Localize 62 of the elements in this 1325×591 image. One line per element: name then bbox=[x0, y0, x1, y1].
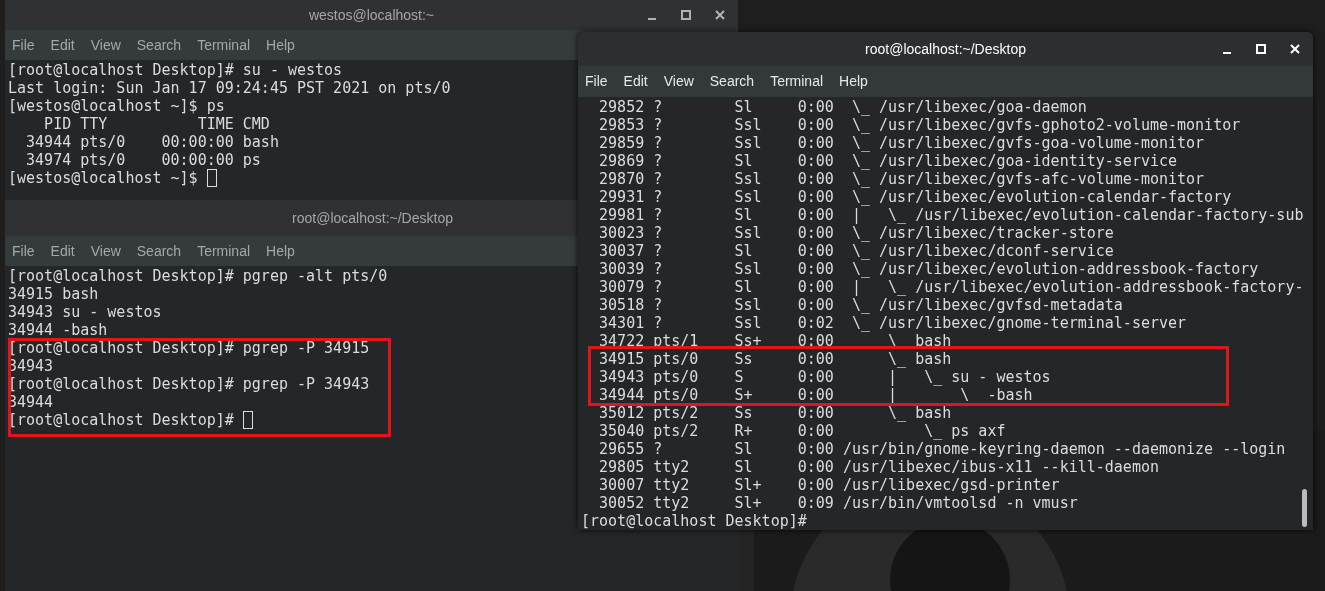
terminal-line: 29870 ? Ssl 0:00 \_ /usr/libexec/gvfs-afc-volume-monitor bbox=[598, 170, 1205, 188]
terminal-line: 29805 tty2 Sl 0:00 /usr/libexec/ibus-x11 --kill-daemon bbox=[598, 458, 1159, 476]
terminal-line: 29859 ? Ssl 0:00 \_ /usr/libexec/gvfs-goa-volume-monitor bbox=[598, 134, 1205, 152]
menu-item[interactable]: Edit bbox=[50, 34, 75, 56]
window-title: root@localhost:~/Desktop bbox=[292, 208, 453, 228]
menu-item[interactable]: Help bbox=[266, 34, 295, 56]
terminal-line: 35040 pts/2 R+ 0:00 \_ ps axf bbox=[598, 422, 1006, 440]
terminal-line: 29853 ? Ssl 0:00 \_ /usr/libexec/gvfs-gphoto2-volume-monitor bbox=[598, 116, 1241, 134]
menu-item[interactable]: Terminal bbox=[197, 34, 251, 56]
maximize-icon[interactable] bbox=[1253, 41, 1269, 57]
window-title: westos@localhost:~ bbox=[308, 5, 435, 25]
terminal-line: 29655 ? Sl 0:00 /usr/bin/gnome-keyring-daemon --daemonize --login bbox=[598, 440, 1286, 458]
menu-item[interactable]: Edit bbox=[50, 240, 75, 262]
terminal-line: 29981 ? Sl 0:00 | \_ /usr/libexec/evolution-calendar-factory-sub bbox=[598, 206, 1304, 224]
terminal-line: 34944 bbox=[8, 393, 54, 411]
terminal-line: 30007 tty2 Sl+ 0:00 /usr/libexec/gsd-printer bbox=[598, 476, 1060, 494]
terminal-line: [root@localhost Desktop]# pgrep -P 34943 bbox=[8, 375, 370, 393]
terminal-line: [root@localhost Desktop]# su - westos bbox=[8, 61, 343, 79]
terminal-line: 30052 tty2 Sl+ 0:09 /usr/bin/vmtoolsd -n vmusr bbox=[598, 494, 1078, 512]
terminal-line: 29852 ? Sl 0:00 \_ /usr/libexec/goa-daemon bbox=[598, 98, 1087, 116]
terminal-line: 35012 pts/2 Ss 0:00 \_ bash bbox=[598, 404, 952, 422]
menu-item[interactable]: View bbox=[90, 240, 121, 262]
menu-item[interactable]: Search bbox=[136, 240, 182, 262]
terminal-line: 34301 ? Ssl 0:02 \_ /usr/libexec/gnome-terminal-server bbox=[598, 314, 1187, 332]
scrollbar-thumb[interactable] bbox=[1302, 489, 1307, 527]
terminal-line: 30518 ? Ssl 0:00 \_ /usr/libexec/gvfsd-metadata bbox=[598, 296, 1123, 314]
menu-item[interactable]: Search bbox=[709, 71, 755, 92]
menu-item[interactable]: Edit bbox=[623, 71, 648, 92]
terminal-line: [westos@localhost ~]$ bbox=[8, 169, 199, 187]
terminal-line: [root@localhost Desktop]# pgrep -P 34915 bbox=[8, 339, 370, 357]
menu-item[interactable]: Search bbox=[136, 34, 182, 56]
menu-item[interactable]: File bbox=[585, 71, 608, 92]
terminal-line: [westos@localhost ~]$ ps bbox=[8, 97, 225, 115]
terminal-line: 29931 ? Ssl 0:00 \_ /usr/libexec/evolution-calendar-factory bbox=[598, 188, 1232, 206]
menu-item[interactable]: Help bbox=[266, 240, 295, 262]
window-title: root@localhost:~/Desktop bbox=[865, 39, 1026, 59]
menu-item[interactable]: File bbox=[12, 240, 35, 262]
menu-item[interactable]: Terminal bbox=[197, 240, 251, 262]
terminal-line: 34944 -bash bbox=[8, 321, 108, 339]
menu-item[interactable]: File bbox=[12, 34, 35, 56]
terminal-line: PID TTY TIME CMD bbox=[43, 115, 270, 133]
maximize-icon[interactable] bbox=[678, 7, 694, 23]
terminal-line: Last login: Sun Jan 17 09:24:45 PST 2021 on pts/0 bbox=[8, 79, 451, 97]
terminal-line: 34943 bbox=[8, 357, 54, 375]
terminal-line: 30039 ? Ssl 0:00 \_ /usr/libexec/evolution-addressbook-factory bbox=[598, 260, 1259, 278]
terminal-line: [root@localhost Desktop]# bbox=[581, 512, 807, 530]
terminal-line: [root@localhost Desktop]# pgrep -alt pts/0 bbox=[8, 267, 388, 285]
terminal-line: 34974 pts/0 00:00:00 ps bbox=[25, 151, 261, 169]
menu-item[interactable]: Terminal bbox=[770, 71, 824, 92]
terminal-line: 34944 pts/0 00:00:00 bash bbox=[25, 133, 279, 151]
terminal-line: 34943 pts/0 S 0:00 | \_ su - westos bbox=[598, 368, 1051, 386]
terminal-line: 30079 ? Sl 0:00 | \_ /usr/libexec/evolution-addressbook-factory- bbox=[598, 278, 1304, 296]
menu-item[interactable]: View bbox=[90, 34, 121, 56]
terminal-line: 34943 su - westos bbox=[8, 303, 162, 321]
terminal-line: 29869 ? Sl 0:00 \_ /usr/libexec/goa-identity-service bbox=[598, 152, 1178, 170]
terminal-line: [root@localhost Desktop]# bbox=[8, 411, 235, 429]
menu-item[interactable]: View bbox=[663, 71, 694, 92]
terminal-line: 30037 ? Sl 0:00 \_ /usr/libexec/dconf-service bbox=[598, 242, 1114, 260]
terminal-line: 34915 bash bbox=[8, 285, 99, 303]
terminal-line: 34915 pts/0 Ss 0:00 \_ bash bbox=[598, 350, 952, 368]
menu-item[interactable]: Help bbox=[839, 71, 868, 92]
terminal-line: 30023 ? Ssl 0:00 \_ /usr/libexec/tracker-store bbox=[598, 224, 1114, 242]
